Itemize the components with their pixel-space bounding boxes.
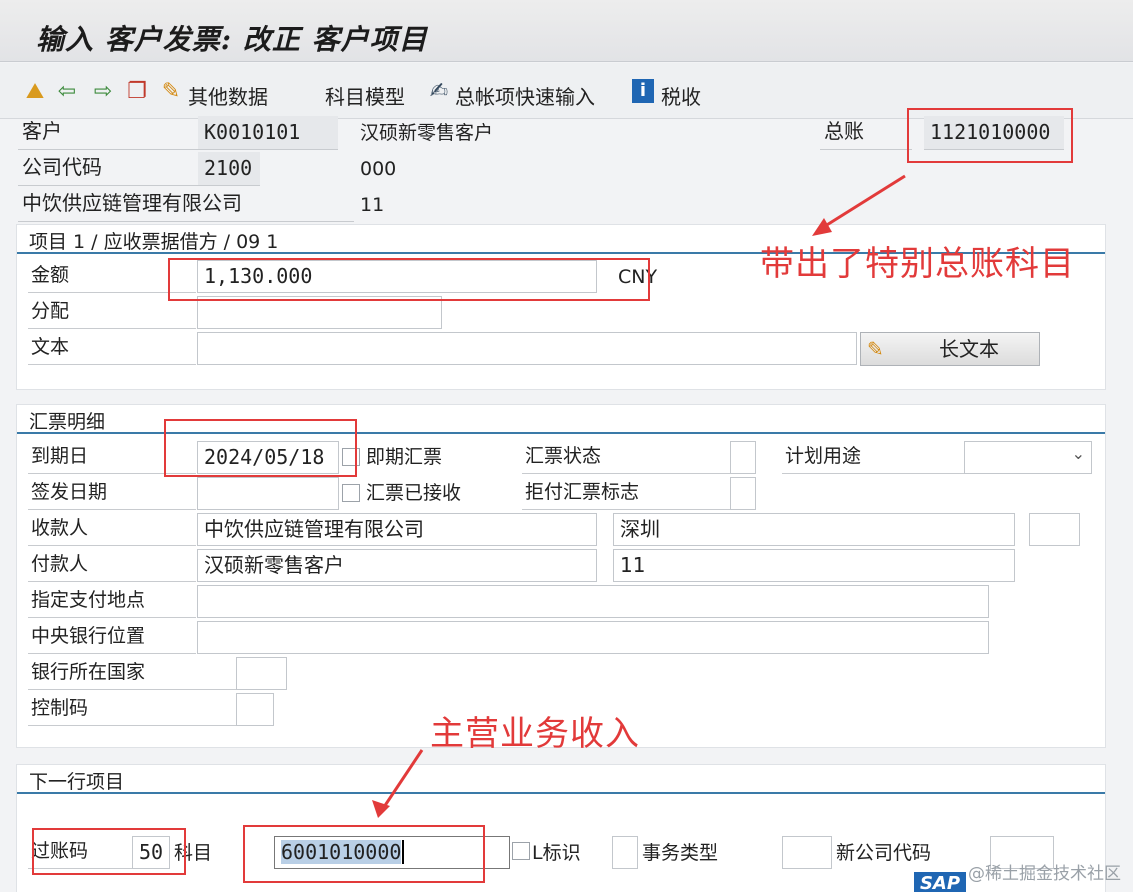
watermark: @稀土掘金技术社区 bbox=[968, 864, 1121, 884]
sap-logo: SAP bbox=[914, 872, 966, 892]
annotation-special-gl: 带出了特别总账科目 bbox=[760, 244, 1075, 284]
arrow-to-account bbox=[380, 749, 424, 811]
arrow-to-gl bbox=[821, 174, 906, 230]
arrow-head-gl bbox=[812, 218, 832, 236]
annotation-main-revenue: 主营业务收入 bbox=[430, 714, 640, 754]
annotation-arrows bbox=[372, 174, 906, 818]
